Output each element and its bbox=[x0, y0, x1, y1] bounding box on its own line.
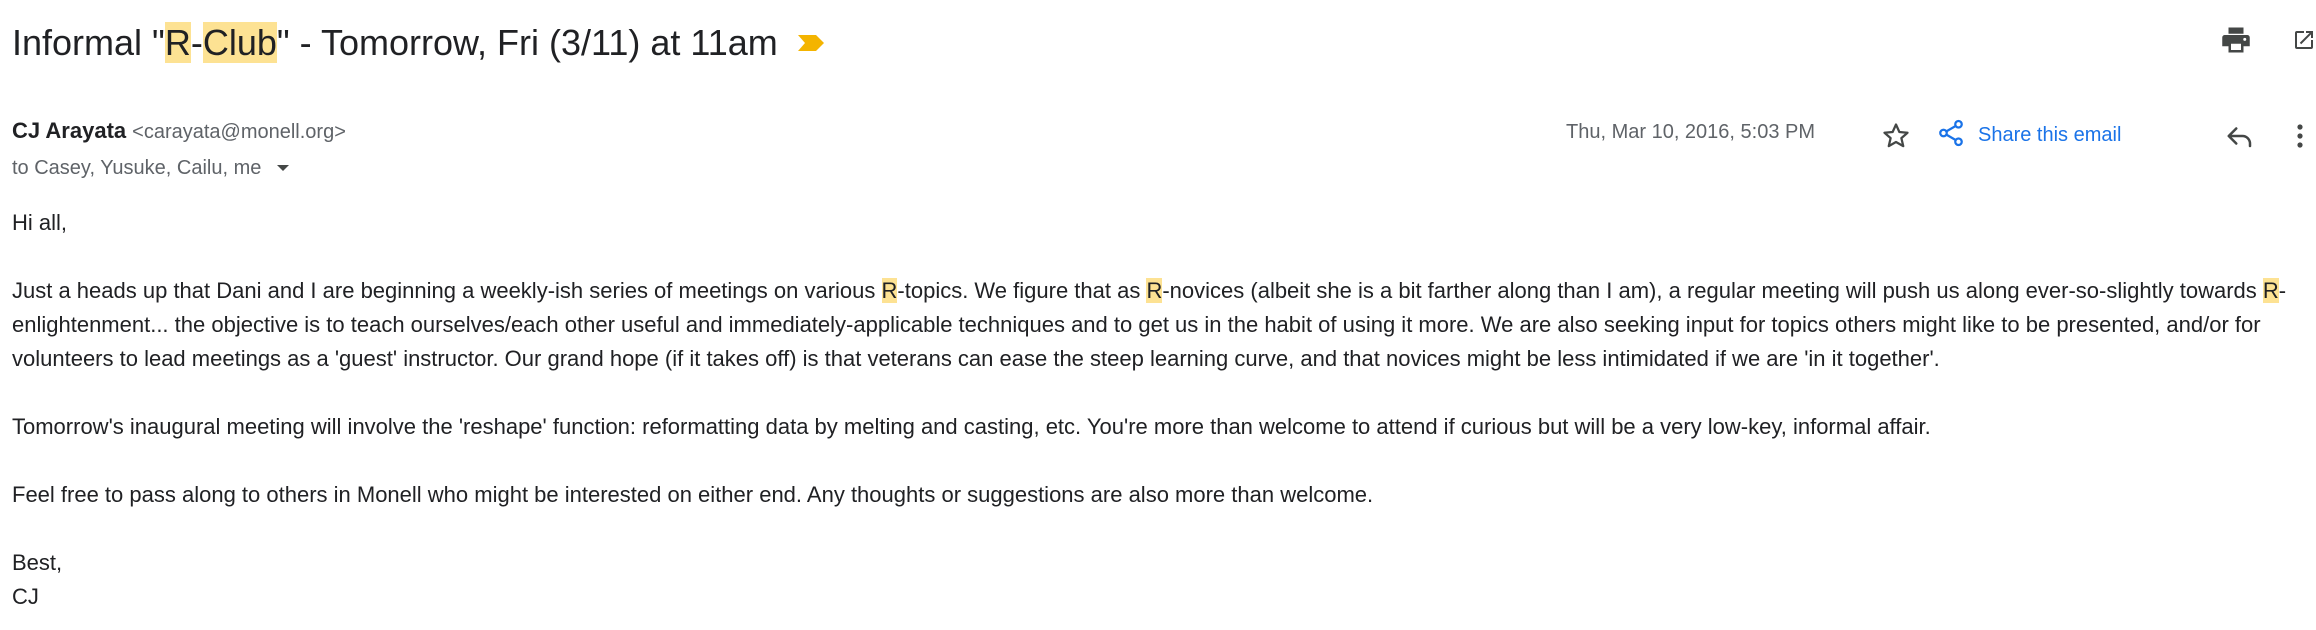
more-vert-icon[interactable] bbox=[2296, 118, 2316, 154]
email-date: Thu, Mar 10, 2016, 5:03 PM bbox=[1566, 121, 1816, 143]
body-signoff: Best, bbox=[12, 550, 63, 575]
body-greeting: Hi all, bbox=[12, 210, 68, 235]
body-text: -novices (albeit she is a bit farther al… bbox=[1162, 278, 2263, 303]
print-icon[interactable] bbox=[2216, 20, 2256, 60]
sender-name[interactable]: CJ Arayata bbox=[12, 118, 126, 143]
subject-highlight: Club bbox=[202, 22, 277, 63]
sender-row: CJ Arayata <carayata@monell.org> bbox=[12, 118, 346, 144]
thread-actions bbox=[2216, 20, 2316, 60]
email-body: Hi all, Just a heads up that Dani and I … bbox=[12, 206, 2312, 614]
subject-text: Informal " bbox=[12, 22, 165, 63]
search-highlight: R bbox=[881, 278, 898, 303]
recipients-text: to Casey, Yusuke, Cailu, me bbox=[12, 156, 262, 179]
body-paragraph: Tomorrow's inaugural meeting will involv… bbox=[12, 414, 1931, 439]
share-email-button[interactable]: Share this email bbox=[1936, 118, 2121, 153]
body-text: -topics. We figure that as bbox=[897, 278, 1147, 303]
reply-icon[interactable] bbox=[2220, 118, 2260, 154]
body-paragraph: Feel free to pass along to others in Mon… bbox=[12, 482, 1374, 507]
body-paragraph: Just a heads up that Dani and I are begi… bbox=[12, 274, 2312, 376]
star-icon[interactable] bbox=[1878, 118, 1914, 154]
search-highlight: R bbox=[2262, 278, 2279, 303]
subject-text: " - Tomorrow, Fri (3/11) at 11am bbox=[276, 22, 778, 63]
subject-highlight: R bbox=[164, 22, 191, 63]
sender-email: <carayata@monell.org> bbox=[132, 121, 346, 143]
subject-row: Informal "R-Club" - Tomorrow, Fri (3/11)… bbox=[12, 14, 826, 72]
caret-down-icon[interactable] bbox=[271, 156, 295, 180]
share-icon bbox=[1936, 118, 1966, 153]
body-signature: CJ bbox=[12, 584, 39, 609]
recipients-row: to Casey, Yusuke, Cailu, me bbox=[12, 156, 295, 180]
share-email-label: Share this email bbox=[1978, 124, 2122, 146]
body-text: Just a heads up that Dani and I are begi… bbox=[12, 278, 882, 303]
search-highlight: R bbox=[1146, 278, 1163, 303]
subject-text: - bbox=[190, 22, 203, 63]
email-subject: Informal "R-Club" - Tomorrow, Fri (3/11)… bbox=[12, 22, 778, 63]
importance-marker-icon[interactable] bbox=[796, 32, 826, 54]
open-in-new-window-icon[interactable] bbox=[2292, 20, 2316, 60]
